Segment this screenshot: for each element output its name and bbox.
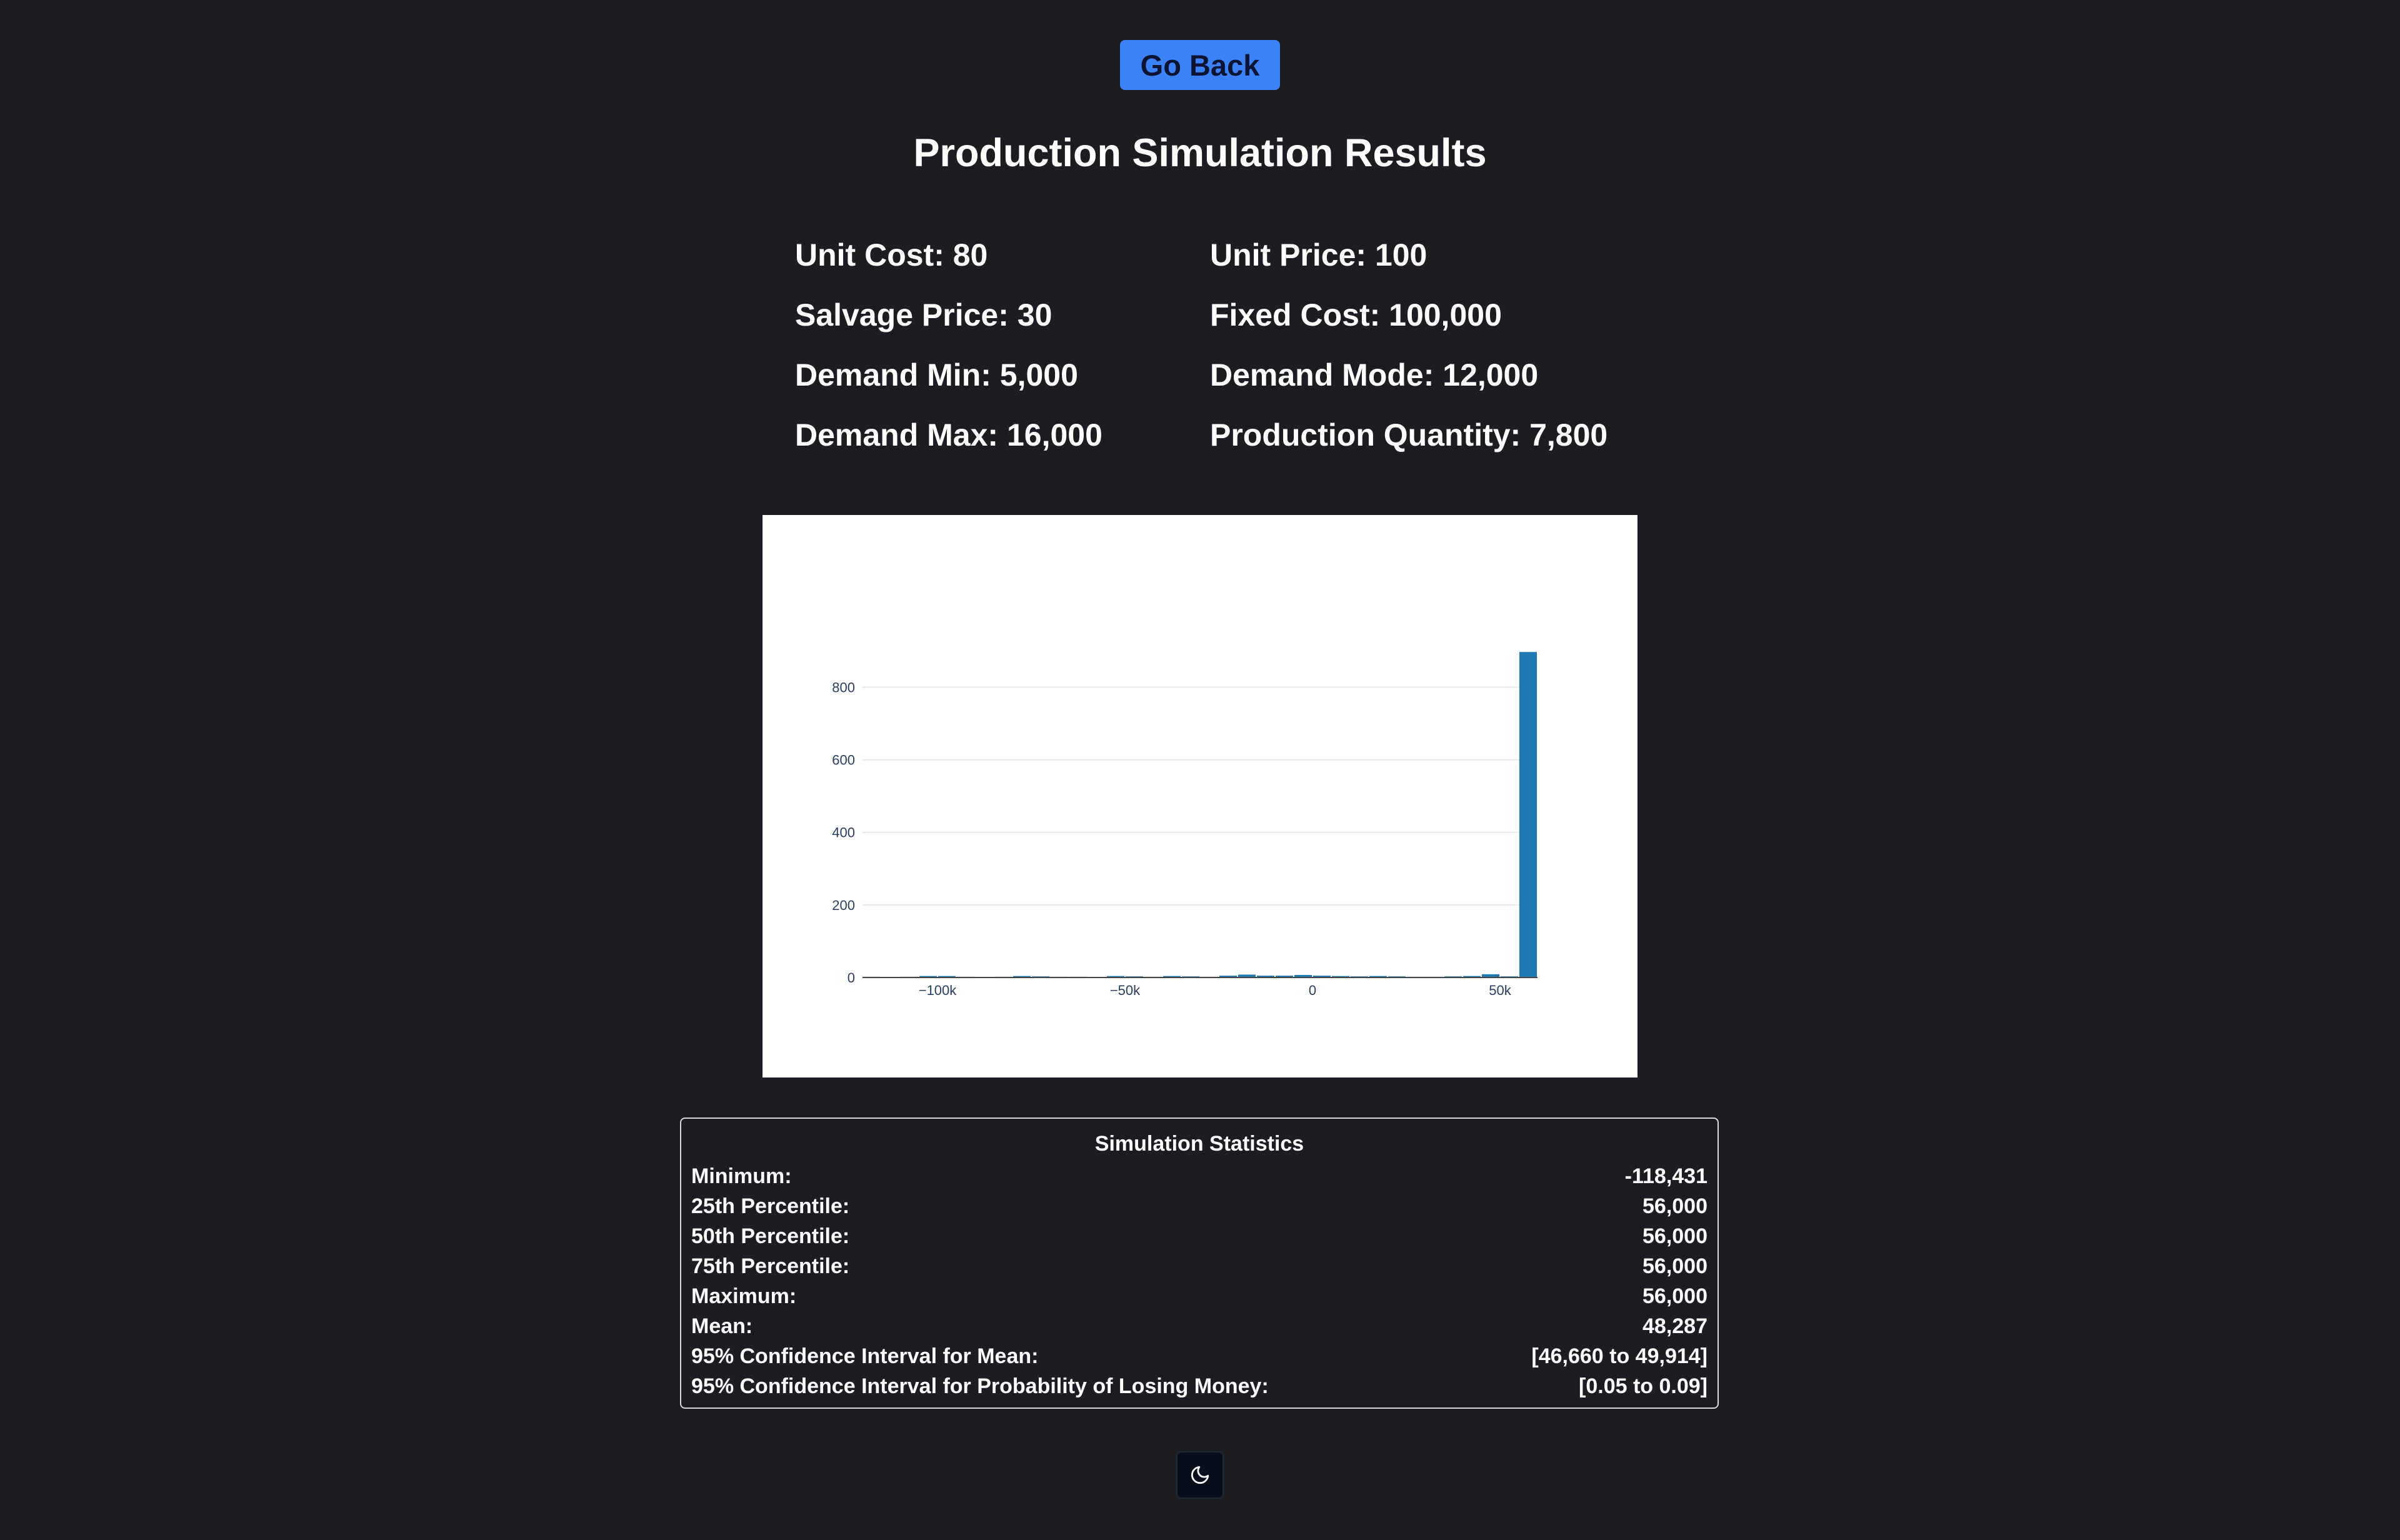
stat-label: 75th Percentile: [691,1254,850,1278]
param-fixed-cost: Fixed Cost: 100,000 [1210,298,1502,332]
stat-row-loss-probability-ci: 95% Confidence Interval for Probability … [691,1371,1708,1401]
param-unit-price: Unit Price: 100 [1210,238,1428,272]
stat-label: 25th Percentile: [691,1194,850,1218]
stat-label: 50th Percentile: [691,1224,850,1248]
stat-value: 56,000 [1642,1284,1708,1308]
param-salvage-price: Salvage Price: 30 [795,298,1052,332]
x-tick-label: 50k [1489,982,1511,998]
stat-label: 95% Confidence Interval for Mean: [691,1344,1039,1368]
statistics-title: Simulation Statistics [1094,1132,1304,1156]
theme-toggle-button[interactable] [1176,1451,1224,1499]
stat-value: 56,000 [1642,1224,1708,1248]
param-production-quantity: Production Quantity: 7,800 [1210,418,1608,452]
y-tick-label: 0 [848,970,855,986]
histogram-svg: 0 200 400 600 800 −100k −50k 0 50k [832,652,1538,998]
stat-row-mean-ci: 95% Confidence Interval for Mean: [46,66… [691,1341,1708,1371]
stat-row-minimum: Minimum: -118,431 [691,1161,1708,1191]
stat-row-50th-percentile: 50th Percentile: 56,000 [691,1221,1708,1251]
param-demand-max: Demand Max: 16,000 [795,418,1102,452]
stat-value: 56,000 [1642,1194,1708,1218]
stat-value: 56,000 [1642,1254,1708,1278]
stat-label: Minimum: [691,1164,792,1188]
param-unit-cost: Unit Cost: 80 [795,238,988,272]
stat-value: [0.05 to 0.09] [1579,1374,1708,1398]
statistics-panel: Simulation Statistics Minimum: -118,431 … [680,1118,1719,1409]
y-tick-label: 400 [832,825,855,841]
profit-histogram[interactable]: 0 200 400 600 800 −100k −50k 0 50k [762,515,1638,1078]
stat-value: -118,431 [1624,1164,1708,1188]
stat-row-75th-percentile: 75th Percentile: 56,000 [691,1251,1708,1281]
histogram-bar [1519,652,1537,978]
param-demand-mode: Demand Mode: 12,000 [1210,358,1539,392]
y-tick-label: 800 [832,679,855,695]
stat-label: Mean: [691,1314,753,1338]
stat-label: Maximum: [691,1284,797,1308]
stat-value: [46,660 to 49,914] [1531,1344,1708,1368]
stat-label: 95% Confidence Interval for Probability … [691,1374,1269,1398]
go-back-button[interactable]: Go Back [1120,40,1280,90]
page-title: Production Simulation Results [913,131,1487,175]
param-demand-min: Demand Min: 5,000 [795,358,1078,392]
x-tick-label: −50k [1110,982,1141,998]
moon-icon [1191,1466,1209,1484]
y-tick-label: 200 [832,898,855,913]
x-tick-label: −100k [919,982,958,998]
y-tick-label: 600 [832,752,855,768]
stat-value: 48,287 [1642,1314,1708,1338]
x-tick-label: 0 [1309,982,1316,998]
stat-row-mean: Mean: 48,287 [691,1311,1708,1341]
stat-row-maximum: Maximum: 56,000 [691,1281,1708,1311]
stat-row-25th-percentile: 25th Percentile: 56,000 [691,1191,1708,1221]
